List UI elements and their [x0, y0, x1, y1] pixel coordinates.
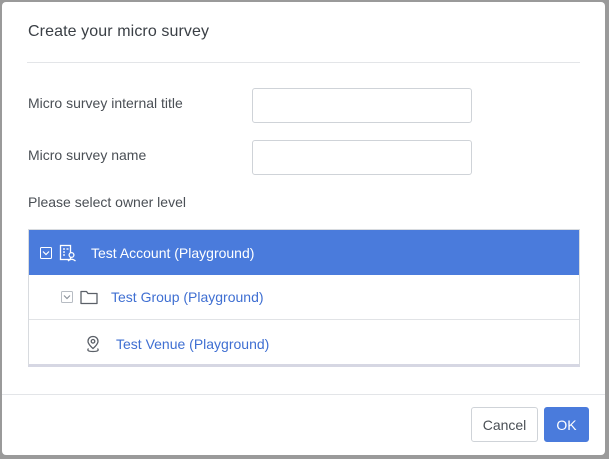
tree-item-label: Test Group (Playground)	[111, 289, 264, 305]
tree-item-account[interactable]: Test Account (Playground)	[29, 230, 579, 275]
header-divider	[27, 62, 580, 63]
internal-title-input[interactable]	[252, 88, 472, 123]
tree-item-venue[interactable]: Test Venue (Playground)	[29, 321, 579, 366]
collapse-toggle-icon[interactable]	[40, 246, 52, 259]
location-pin-icon	[87, 335, 99, 352]
footer-divider	[2, 394, 605, 395]
owner-level-tree: Test Account (Playground) Test Group (Pl…	[28, 229, 580, 367]
collapse-toggle-icon[interactable]	[61, 291, 73, 303]
ok-button[interactable]: OK	[544, 407, 589, 442]
survey-name-input[interactable]	[252, 140, 472, 175]
tree-item-group[interactable]: Test Group (Playground)	[29, 275, 579, 320]
cancel-button[interactable]: Cancel	[471, 407, 538, 442]
dialog-title: Create your micro survey	[28, 23, 210, 40]
internal-title-label: Micro survey internal title	[28, 95, 183, 111]
tree-item-label: Test Venue (Playground)	[116, 335, 270, 352]
owner-level-label: Please select owner level	[28, 194, 186, 210]
folder-icon	[80, 290, 98, 305]
create-survey-dialog: Create your micro survey Micro survey in…	[2, 2, 605, 455]
account-icon	[59, 244, 76, 262]
survey-name-label: Micro survey name	[28, 147, 147, 163]
tree-item-label: Test Account (Playground)	[91, 244, 255, 261]
